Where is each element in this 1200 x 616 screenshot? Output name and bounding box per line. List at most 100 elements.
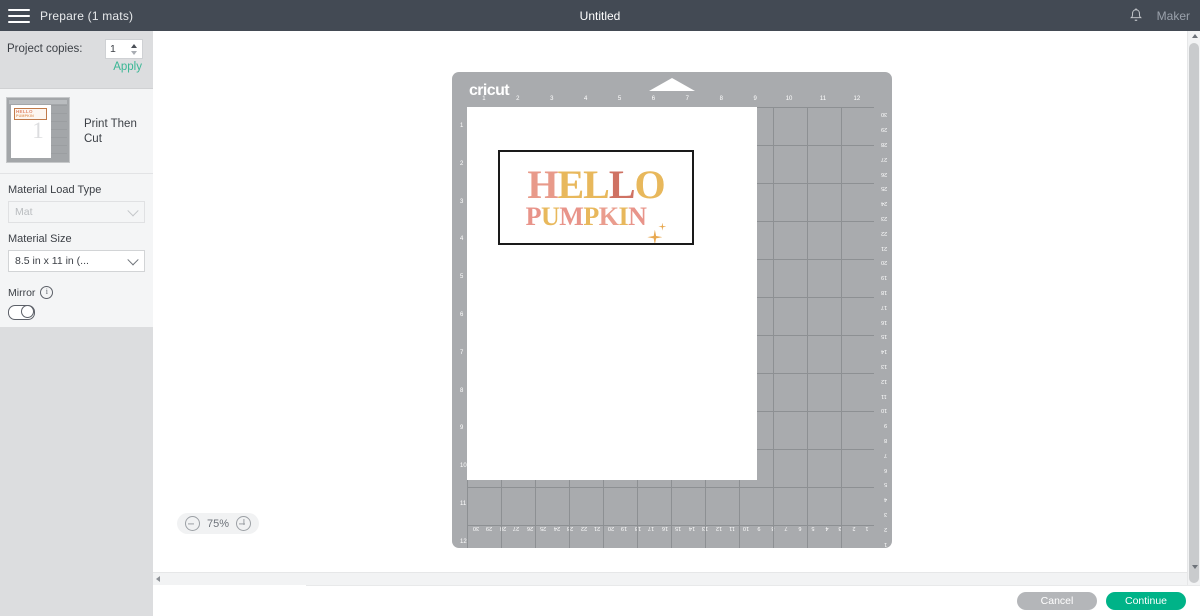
design-letter: L [583, 161, 610, 207]
ruler-right-tick: 29 [880, 126, 887, 133]
ruler-top-tick: 1 [482, 96, 486, 102]
ruler-left-tick: 12 [460, 538, 467, 545]
scroll-left-icon[interactable] [156, 576, 160, 582]
hamburger-icon[interactable] [8, 8, 30, 23]
design-letter: M [559, 201, 584, 231]
machine-label: Maker [1156, 8, 1190, 23]
header-actions: Maker [1129, 0, 1190, 31]
ruler-top-tick: 7 [685, 96, 690, 102]
zoom-percent: 75% [207, 517, 230, 530]
ruler-left-tick: 1 [460, 122, 464, 129]
ruler-right-tick: 7 [883, 451, 887, 458]
left-panel: Project copies: 1 Apply HELLO PUMPKIN 1 … [0, 31, 153, 616]
design-artwork: HELLO PUMPKIN [500, 152, 692, 243]
ruler-right-tick: 23 [880, 215, 887, 221]
mirror-label: Mirror [8, 286, 36, 299]
ruler-right-tick: 25 [880, 185, 887, 192]
apply-button[interactable]: Apply [113, 61, 142, 73]
mat-thumb-number: 1 [32, 118, 44, 143]
ruler-top-tick: 2 [516, 96, 520, 102]
vertical-scrollbar-thumb[interactable] [1189, 43, 1199, 583]
ruler-left-tick: 3 [460, 198, 464, 205]
page-title: Prepare (1 mats) [40, 8, 134, 23]
app-header: Prepare (1 mats) Untitled Maker [0, 0, 1200, 31]
ruler-right-tick: 21 [880, 244, 887, 251]
mat-canvas[interactable]: cricut 1 2 3 4 5 6 7 8 9 10 11 12 1 2 3 4 5 6 7 8 9 10 11 12 3… [153, 31, 1188, 574]
mat-thumbnail[interactable]: HELLO PUMPKIN 1 [6, 97, 70, 163]
chevron-down-icon [127, 205, 139, 217]
ruler-left-tick: 5 [460, 274, 464, 281]
ruler-top-tick: 10 [785, 96, 793, 102]
zoom-control: 75% [177, 513, 260, 534]
app-root: Prepare (1 mats) Untitled Maker Project … [0, 0, 1200, 616]
stepper-up-icon[interactable] [131, 43, 137, 48]
ruler-left-tick: 10 [460, 463, 467, 470]
ruler-right-tick: 19 [880, 274, 887, 281]
ruler-right-tick: 5 [883, 481, 887, 488]
ruler-top-tick: 11 [819, 96, 827, 102]
mat-list-item[interactable]: HELLO PUMPKIN 1 Print Then Cut [0, 89, 153, 174]
sidebar-filler [0, 327, 153, 616]
material-size-group: Material Size 8.5 in x 11 in (... [0, 223, 153, 272]
ruler-left-tick: 8 [460, 387, 464, 394]
footer-bar: Cancel Continue [306, 585, 1200, 616]
ruler-right-tick: 20 [880, 259, 887, 266]
ruler-right-tick: 16 [880, 318, 887, 325]
ruler-right-tick: 15 [880, 333, 887, 340]
ruler-left-tick: 11 [460, 500, 467, 507]
ruler-right-tick: 1 [883, 540, 887, 547]
design-letter: O [634, 161, 666, 207]
mirror-row: Mirror i [0, 272, 153, 299]
continue-button[interactable]: Continue [1106, 592, 1186, 610]
ruler-right-tick: 14 [880, 348, 887, 355]
ruler-right-tick: 13 [880, 363, 887, 369]
ruler-right-tick: 30 [880, 111, 887, 118]
project-name: Untitled [579, 8, 621, 23]
chevron-down-icon [127, 254, 139, 266]
ruler-top-tick: 6 [651, 96, 656, 102]
ruler-left-tick: 6 [460, 311, 464, 318]
info-icon[interactable]: i [40, 286, 54, 299]
design-bounding-box[interactable]: HELLO PUMPKIN [498, 150, 694, 245]
zoom-out-icon[interactable] [185, 516, 200, 531]
design-letter: H [527, 161, 558, 207]
ruler-top-tick: 3 [550, 96, 554, 102]
ruler-right-tick: 12 [880, 377, 887, 384]
design-letter: I [618, 201, 629, 231]
ruler-right-tick: 3 [883, 511, 887, 517]
horizontal-scrollbar[interactable] [153, 572, 1188, 585]
scroll-up-icon[interactable] [1191, 34, 1198, 38]
design-letter: P [525, 201, 542, 231]
stepper-down-icon[interactable] [131, 50, 137, 55]
ruler-right-tick: 6 [883, 466, 887, 473]
ruler-right-tick: 9 [883, 422, 887, 429]
vertical-scrollbar[interactable] [1187, 31, 1200, 585]
project-copies-stepper[interactable]: 1 [105, 39, 143, 59]
stepper-arrows[interactable] [128, 40, 142, 58]
design-letter: L [608, 161, 636, 207]
ruler-right-tick: 11 [881, 392, 887, 399]
ruler-right-tick: 26 [880, 170, 887, 177]
design-letter: P [583, 201, 599, 231]
material-size-select[interactable]: 8.5 in x 11 in (... [8, 250, 145, 272]
mirror-toggle-knob [21, 305, 34, 319]
material-size-value: 8.5 in x 11 in (... [15, 255, 89, 267]
material-load-type-select[interactable]: Mat [8, 201, 145, 223]
scroll-down-icon[interactable] [1191, 565, 1198, 569]
design-letter: E [557, 161, 584, 207]
cancel-button[interactable]: Cancel [1017, 592, 1097, 610]
bell-icon[interactable] [1129, 8, 1143, 23]
ruler-right-tick: 18 [880, 289, 887, 295]
ruler-left-tick: 9 [460, 425, 464, 432]
zoom-in-icon[interactable] [236, 516, 252, 531]
mirror-toggle[interactable] [8, 305, 35, 320]
design-line1: HELLO [527, 161, 666, 207]
ruler-right-tick: 24 [880, 200, 887, 207]
ruler-right-tick: 27 [880, 155, 887, 162]
mat-notch-icon [649, 78, 695, 91]
design-letter: U [541, 201, 560, 231]
material-load-type-label: Material Load Type [8, 184, 102, 196]
project-copies-bar: Project copies: 1 Apply [0, 31, 153, 89]
cutting-mat[interactable]: cricut 1 2 3 4 5 6 7 8 9 10 11 12 1 2 3 4 5 6 7 8 9 10 11 12 3… [452, 72, 892, 548]
ruler-top-tick: 5 [617, 96, 622, 102]
